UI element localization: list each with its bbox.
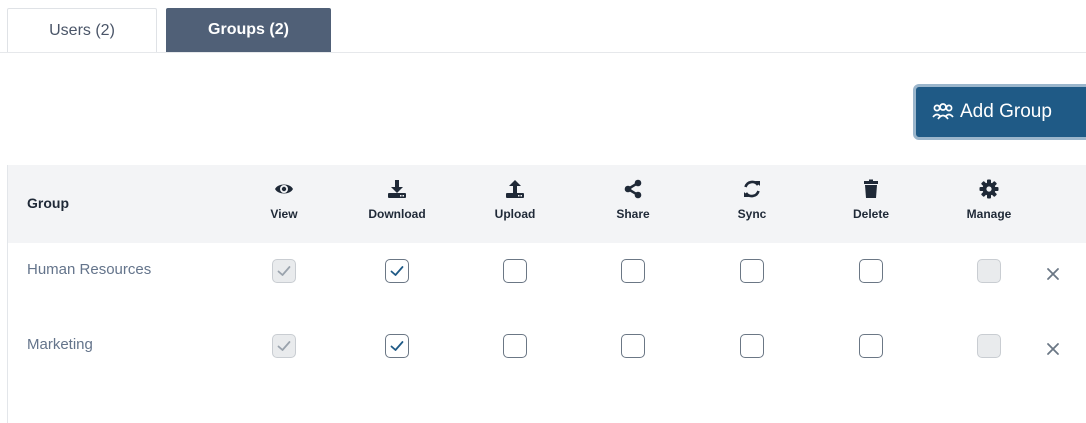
- tab-groups[interactable]: Groups (2): [166, 8, 331, 52]
- table-row: Human Resources: [8, 245, 1086, 295]
- add-group-button[interactable]: Add Group: [913, 84, 1086, 140]
- sync-checkbox[interactable]: [740, 334, 764, 358]
- upload-checkbox[interactable]: [503, 259, 527, 283]
- users-icon: [932, 103, 954, 120]
- remove-group-button[interactable]: [1044, 265, 1062, 283]
- permissions-table: Group View Download Upload Share Sync De…: [7, 165, 1086, 423]
- delete-checkbox[interactable]: [859, 259, 883, 283]
- trash-icon: [864, 179, 878, 198]
- share-label: Share: [616, 207, 650, 221]
- upload-column-header: Upload: [470, 179, 560, 223]
- delete-column-header: Delete: [826, 179, 916, 223]
- view-checkbox: [272, 334, 296, 358]
- manage-column-header: Manage: [944, 179, 1034, 223]
- download-checkbox[interactable]: [385, 334, 409, 358]
- download-checkbox[interactable]: [385, 259, 409, 283]
- close-icon: [1047, 268, 1059, 280]
- download-label: Download: [368, 207, 426, 221]
- upload-label: Upload: [494, 207, 536, 221]
- sync-column-header: Sync: [707, 179, 797, 223]
- manage-label: Manage: [966, 207, 1012, 221]
- share-checkbox[interactable]: [621, 334, 645, 358]
- view-label: View: [270, 207, 298, 221]
- tab-bar: Users (2) Groups (2): [0, 0, 1086, 53]
- gear-icon: [979, 179, 999, 199]
- group-column-header: Group: [27, 195, 69, 211]
- manage-checkbox: [977, 334, 1001, 358]
- download-column-header: Download: [352, 179, 442, 223]
- group-name: Marketing: [27, 336, 93, 353]
- sync-label: Sync: [737, 207, 767, 221]
- manage-checkbox: [977, 259, 1001, 283]
- view-column-header: View: [239, 179, 329, 223]
- table-header: Group View Download Upload Share Sync De…: [8, 165, 1086, 243]
- upload-icon: [506, 180, 524, 198]
- download-icon: [388, 180, 406, 198]
- eye-icon: [275, 184, 293, 194]
- delete-checkbox[interactable]: [859, 334, 883, 358]
- add-group-label: Add Group: [960, 101, 1052, 122]
- tab-users[interactable]: Users (2): [7, 8, 157, 52]
- share-icon: [624, 179, 642, 199]
- delete-label: Delete: [852, 207, 890, 221]
- sync-icon: [744, 180, 760, 198]
- table-row: Marketing: [8, 320, 1086, 370]
- share-checkbox[interactable]: [621, 259, 645, 283]
- view-checkbox: [272, 259, 296, 283]
- group-name: Human Resources: [27, 261, 152, 278]
- share-column-header: Share: [588, 179, 678, 223]
- upload-checkbox[interactable]: [503, 334, 527, 358]
- close-icon: [1047, 343, 1059, 355]
- remove-group-button[interactable]: [1044, 340, 1062, 358]
- sync-checkbox[interactable]: [740, 259, 764, 283]
